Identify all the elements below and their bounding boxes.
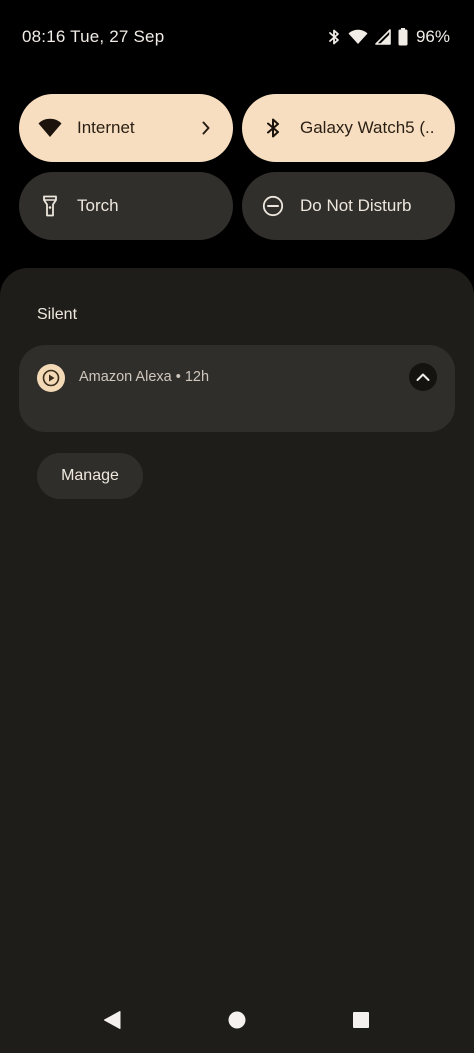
tile-internet[interactable]: Internet [19, 94, 233, 162]
section-header-silent: Silent [37, 306, 78, 323]
bluetooth-icon [260, 115, 286, 141]
chevron-right-icon[interactable] [197, 119, 215, 137]
tile-internet-label: Internet [77, 118, 135, 137]
tile-torch[interactable]: Torch [19, 172, 233, 240]
navigation-bar [0, 993, 474, 1053]
tile-dnd-label: Do Not Disturb [300, 196, 412, 215]
tile-do-not-disturb[interactable]: Do Not Disturb [242, 172, 455, 240]
manage-button[interactable]: Manage [37, 453, 143, 499]
recents-icon[interactable] [348, 1007, 374, 1033]
home-icon[interactable] [224, 1007, 250, 1033]
wifi-icon [348, 29, 368, 45]
battery-icon [398, 28, 408, 46]
tile-torch-label: Torch [77, 196, 119, 215]
bluetooth-icon [327, 28, 341, 46]
signal-icon [375, 29, 391, 45]
notification-title: Amazon Alexa • 12h [79, 369, 210, 385]
play-circle-icon [37, 364, 65, 392]
back-icon[interactable] [99, 1007, 125, 1033]
do-not-disturb-icon [260, 193, 286, 219]
notification-shade: Silent Amazon Alexa • 12h Manage [0, 268, 474, 1053]
tile-bluetooth-label: Galaxy Watch5 (.. [300, 118, 435, 137]
status-bar: 08:16 Tue, 27 Sep 96% [0, 0, 474, 74]
notification-card[interactable]: Amazon Alexa • 12h [19, 345, 455, 432]
flashlight-icon [37, 193, 63, 219]
status-time-date: 08:16 Tue, 27 Sep [22, 27, 165, 46]
wifi-icon [37, 115, 63, 141]
status-icons: 96% [327, 26, 450, 48]
tile-bluetooth-device[interactable]: Galaxy Watch5 (.. [242, 94, 455, 162]
battery-percent: 96% [415, 27, 450, 46]
chevron-up-icon[interactable] [409, 363, 437, 391]
android-screen: 08:16 Tue, 27 Sep 96% Internet Galaxy Wa… [0, 0, 474, 1053]
